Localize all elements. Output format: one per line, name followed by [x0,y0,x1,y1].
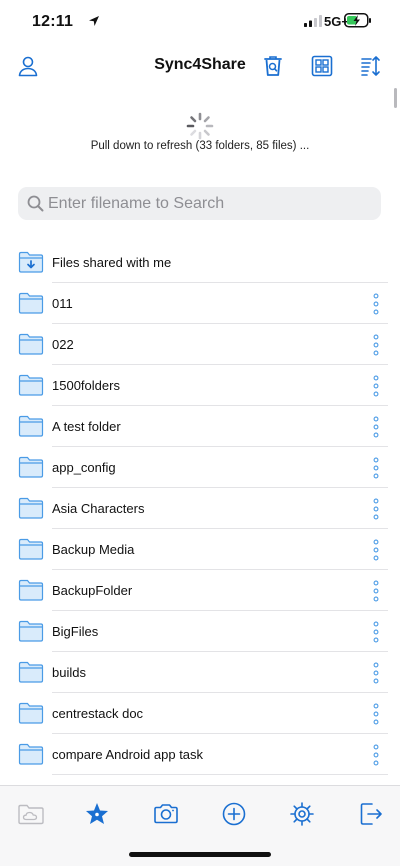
folder-icon [18,743,44,765]
folder-name: Asia Characters [52,501,145,516]
status-time: 12:11 [32,13,74,30]
location-arrow-icon [89,16,99,26]
home-indicator[interactable] [129,852,271,857]
status-bar: 12:11 5G+ [0,0,400,44]
cloud-folder-tab-icon[interactable] [17,800,45,828]
folder-row[interactable]: app_config [0,447,400,488]
folder-row[interactable]: 011 [0,283,400,324]
folder-icon [18,661,44,683]
more-options-icon[interactable] [368,457,384,479]
loading-spinner-icon [186,112,214,140]
folder-name: BackupFolder [52,583,133,598]
folder-name: centrestack doc [52,706,144,721]
scroll-indicator[interactable] [394,88,397,108]
refresh-status-text: Pull down to refresh (33 folders, 85 fil… [90,140,310,152]
folder-row[interactable]: compare Android app task [0,734,400,775]
cellular-signal-icon [304,15,322,27]
more-options-icon[interactable] [368,334,384,356]
logout-tab-icon[interactable] [357,800,385,828]
folder-row[interactable]: 022 [0,324,400,365]
trash-search-icon [264,56,282,76]
more-options-icon[interactable] [368,375,384,397]
search-bar[interactable] [18,187,381,220]
folder-name: 022 [52,337,74,352]
folder-name: BigFiles [52,624,99,639]
add-tab-icon[interactable] [220,800,248,828]
folder-row[interactable]: builds [0,652,400,693]
sort-button[interactable] [357,52,385,80]
folder-icon [18,292,44,314]
more-options-icon[interactable] [368,498,384,520]
folder-name: 1500folders [52,378,120,393]
row-divider [52,774,388,775]
folder-icon [18,579,44,601]
sort-icon [361,56,380,76]
folder-name: 011 [52,296,73,311]
nav-bar: Sync4Share [0,44,400,88]
folder-icon [18,374,44,396]
more-options-icon[interactable] [368,539,384,561]
folder-row[interactable]: Backup Media [0,529,400,570]
grid-icon [311,55,333,77]
shared-files-label: Files shared with me [52,255,172,270]
folder-row[interactable]: centrestack doc [0,693,400,734]
favorites-tab-icon[interactable] [83,800,111,828]
shared-files-row[interactable]: Files shared with me [0,242,400,283]
search-input[interactable] [48,187,368,220]
folder-icon [18,538,44,560]
file-list: Files shared with me 011 022 1500folders A … [0,242,400,775]
page-title: Sync4Share [154,56,246,73]
profile-button[interactable] [14,52,42,80]
more-options-icon[interactable] [368,703,384,725]
more-options-icon[interactable] [368,621,384,643]
folder-row[interactable]: BackupFolder [0,570,400,611]
folder-icon [18,620,44,642]
folder-row[interactable]: BigFiles [0,611,400,652]
folder-name: A test folder [52,419,121,434]
folder-name: app_config [52,460,116,475]
shared-folder-icon [18,251,44,273]
more-options-icon[interactable] [368,662,384,684]
more-options-icon[interactable] [368,293,384,315]
battery-charging-icon [344,13,371,28]
folder-row[interactable]: A test folder [0,406,400,447]
more-options-icon[interactable] [368,580,384,602]
camera-tab-icon[interactable] [152,800,180,828]
folder-name: builds [52,665,86,680]
more-options-icon[interactable] [368,744,384,766]
folder-row[interactable]: Asia Characters [0,488,400,529]
folder-name: compare Android app task [52,747,204,762]
folder-icon [18,456,44,478]
recycle-bin-button[interactable] [259,52,287,80]
folder-icon [18,497,44,519]
grid-view-button[interactable] [308,52,336,80]
folder-name: Backup Media [52,542,135,557]
folder-icon [18,415,44,437]
folder-icon [18,702,44,724]
folder-icon [18,333,44,355]
search-icon [27,195,44,212]
more-options-icon[interactable] [368,416,384,438]
pull-to-refresh[interactable]: Pull down to refresh (33 folders, 85 fil… [0,108,400,158]
folder-row[interactable]: 1500folders [0,365,400,406]
user-icon [18,56,38,77]
settings-gear-tab-icon[interactable] [288,800,316,828]
